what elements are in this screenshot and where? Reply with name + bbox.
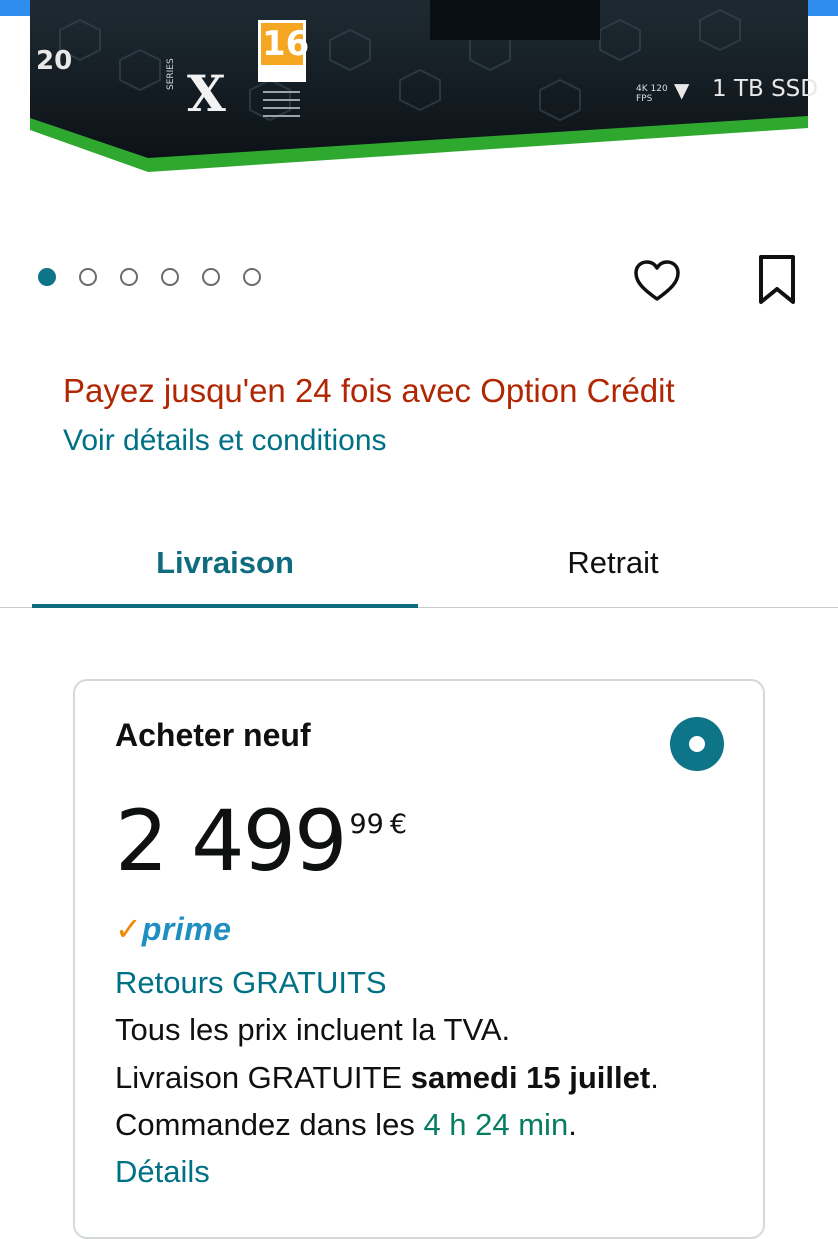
carousel-dot[interactable] [120,268,138,286]
delivery-details-link[interactable]: Détails [115,1154,210,1190]
credit-conditions-link[interactable]: Voir détails et conditions [63,424,387,458]
prime-check-icon: ✓ [115,911,142,947]
prime-badge: ✓ prime [115,913,231,945]
tab-pickup[interactable]: Retrait [418,520,808,606]
carousel-dot[interactable] [161,268,179,286]
tab-delivery[interactable]: Livraison [32,520,418,606]
delivery-date: samedi 15 juillet [410,1060,651,1095]
spec-badge: 4K 120 FPS [636,84,668,104]
carousel-dot[interactable] [243,268,261,286]
prime-label: prime [141,911,232,947]
carousel-dot[interactable] [202,268,220,286]
product-image[interactable]: 16 X SERIES 20 4K 120 FPS ▼ 1 TB SSD [0,0,838,190]
bookmark-icon [759,255,795,304]
order-prefix: Commandez dans les [115,1107,424,1142]
wishlist-button[interactable] [630,255,684,307]
radio-selected-dot [689,736,705,752]
heart-icon [634,260,680,301]
price-fraction: 99 [349,809,384,840]
delivery-suffix: . [650,1060,659,1095]
image-carousel-indicator [38,268,261,286]
buy-new-offer-card[interactable]: Acheter neuf 2 499 99 € ✓ prime Retours GR… [73,679,765,1239]
save-button[interactable] [752,252,802,308]
order-countdown: 4 h 24 min [423,1107,569,1142]
age-rating-badge: 16 [262,24,310,64]
price: 2 499 99 € [115,799,407,883]
active-tab-indicator [32,604,418,608]
series-label: SERIES [166,58,176,90]
delivery-prefix: Livraison GRATUITE [115,1060,411,1095]
order-countdown-info: Commandez dans les 4 h 24 min. [115,1107,577,1143]
vat-note: Tous les prix incluent la TVA. [115,1012,511,1047]
storage-badge: 1 TB SSD [712,76,818,102]
credit-promo-text: Payez jusqu'en 24 fois avec Option Crédi… [63,372,675,409]
fulfillment-tabs: Livraison Retrait [0,520,838,610]
delivery-info: Livraison GRATUITE samedi 15 juillet. [115,1060,659,1096]
velocity-icon: ▼ [674,78,690,102]
carousel-dot[interactable] [79,268,97,286]
price-whole: 2 499 [115,792,347,890]
series-x-logo: X [187,64,226,123]
box-side-number: 20 [36,46,73,76]
offer-title: Acheter neuf [115,717,311,753]
free-returns-link[interactable]: Retours GRATUITS [115,965,387,1001]
carousel-dot[interactable] [38,268,56,286]
order-suffix: . [568,1107,577,1142]
price-currency: € [389,809,408,840]
offer-radio-button[interactable] [670,717,724,771]
